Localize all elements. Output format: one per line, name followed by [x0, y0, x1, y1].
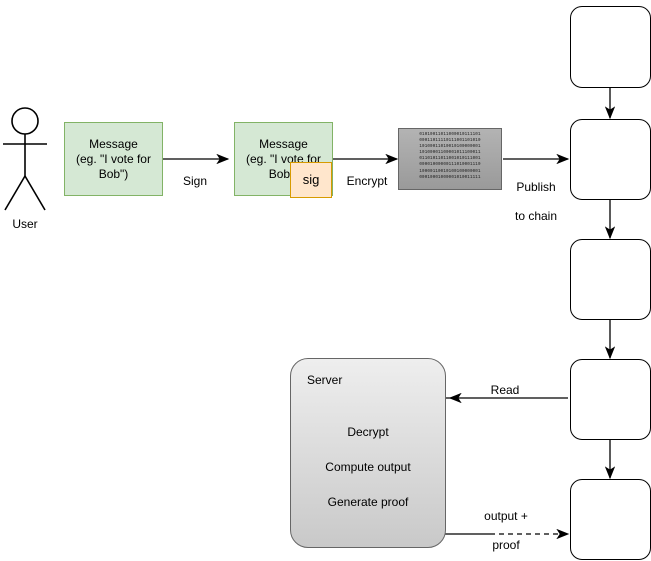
- diagram-canvas: User Message (eg. "I vote for Bob") Mess…: [0, 0, 651, 561]
- ciphertext-rows: 01010011011000010111101 0001101111011100…: [419, 133, 481, 180]
- output-proof-line2: proof: [492, 538, 520, 553]
- server-step-decrypt: Decrypt: [347, 425, 389, 439]
- node-signature[interactable]: sig: [290, 162, 332, 198]
- chain-block-3[interactable]: [570, 239, 651, 320]
- server-title: Server: [307, 373, 343, 387]
- edge-label-publish-to-chain: Publish to chain: [504, 166, 568, 224]
- actor-label-user: User: [12, 217, 38, 231]
- chain-block-4[interactable]: [570, 359, 651, 440]
- stick-figure-icon: [3, 107, 47, 211]
- edge-label-read: Read: [490, 383, 520, 397]
- node-message-plain[interactable]: Message (eg. "I vote for Bob"): [64, 122, 163, 196]
- message-plain-line2: (eg. "I vote for: [76, 151, 151, 166]
- node-ciphertext[interactable]: 01010011011000010111101 0001101111011100…: [398, 128, 502, 190]
- message-signed-line1: Message: [259, 136, 308, 151]
- edge-label-output-proof: output + proof: [458, 495, 554, 553]
- server-step-generate-proof: Generate proof: [327, 495, 409, 509]
- node-server[interactable]: Server Decrypt Compute output Generate p…: [290, 358, 446, 548]
- chain-block-1[interactable]: [570, 6, 651, 88]
- message-plain-line3: Bob"): [98, 166, 129, 181]
- chain-block-5[interactable]: [570, 479, 651, 560]
- server-step-compute-output: Compute output: [325, 460, 411, 474]
- edge-label-encrypt: Encrypt: [346, 174, 388, 188]
- message-plain-line1: Message: [89, 136, 138, 151]
- publish-line2: to chain: [514, 209, 558, 224]
- edge-label-sign: Sign: [182, 174, 208, 188]
- publish-line1: Publish: [516, 180, 556, 195]
- chain-block-2[interactable]: [570, 119, 651, 200]
- output-proof-line1: output +: [484, 509, 528, 524]
